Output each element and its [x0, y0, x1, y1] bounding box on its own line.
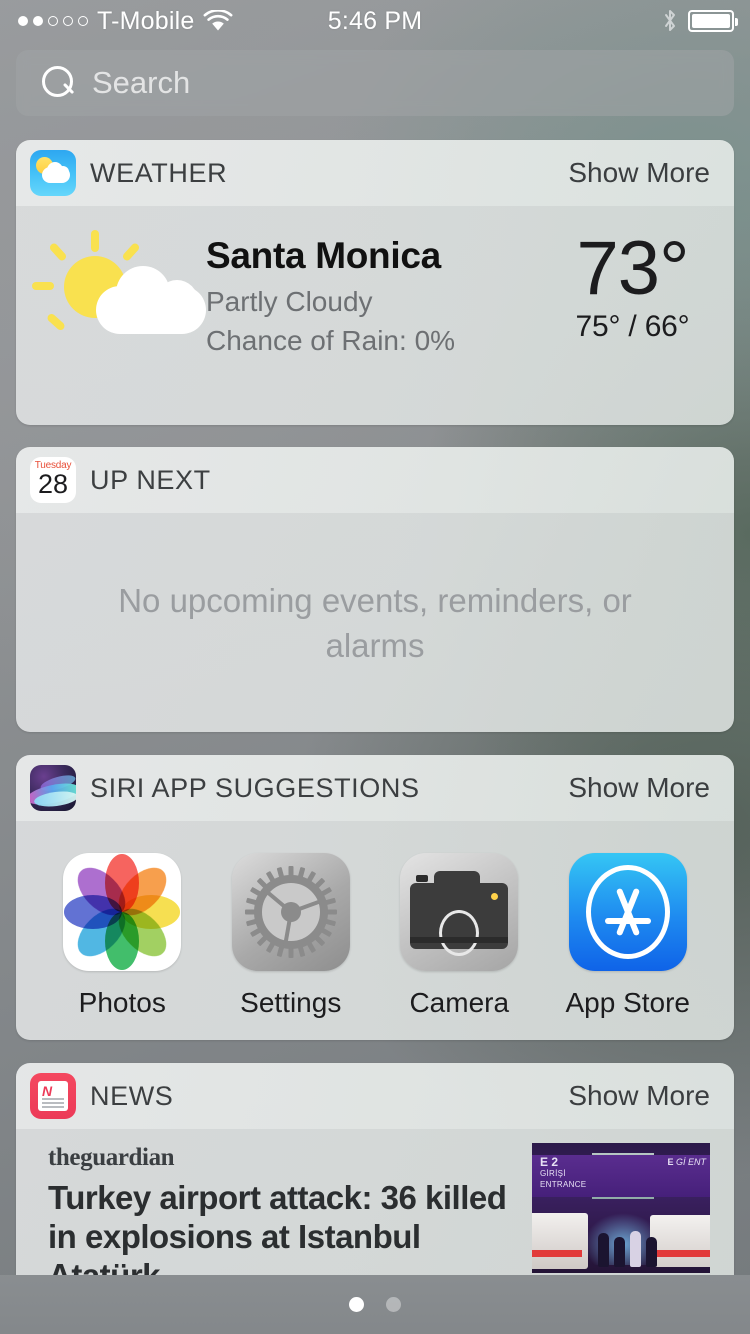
widget-up-next-title: UP NEXT — [90, 464, 211, 495]
news-app-icon: N — [30, 1073, 76, 1119]
search-icon — [42, 66, 76, 100]
up-next-empty-message: No upcoming events, reminders, or alarms — [118, 581, 632, 664]
app-suggestion-label: App Store — [565, 987, 691, 1018]
page-dot-2[interactable] — [386, 1297, 401, 1312]
camera-app-icon — [400, 853, 519, 971]
app-suggestion-appstore[interactable]: App Store — [558, 853, 698, 1019]
siri-app-icon — [30, 765, 76, 811]
photos-app-icon — [63, 853, 182, 971]
weather-condition: Partly Cloudy — [206, 286, 373, 317]
gear-icon — [244, 866, 337, 958]
widget-siri-title: SIRI APP SUGGESTIONS — [90, 772, 420, 803]
news-source-label: theguardian — [48, 1144, 175, 1171]
news-show-more-button[interactable]: Show More — [568, 1080, 710, 1112]
news-thumb-sign-secondary: E Gİ ENT — [667, 1157, 706, 1167]
weather-show-more-button[interactable]: Show More — [568, 157, 710, 189]
weather-rain-chance: Chance of Rain: 0% — [206, 325, 456, 356]
weather-temperature-block: 73° 75° / 66° — [539, 230, 734, 344]
app-suggestion-photos[interactable]: Photos — [52, 853, 192, 1019]
siri-show-more-button[interactable]: Show More — [568, 772, 710, 804]
settings-app-icon — [231, 853, 350, 971]
app-suggestion-label: Camera — [409, 987, 510, 1018]
app-suggestion-label: Photos — [78, 987, 166, 1018]
news-headline: Turkey airport attack: 36 killed in expl… — [48, 1179, 507, 1275]
news-thumbnail-image[interactable]: E 2 GİRİŞİ ENTRANCE E Gİ ENT — [532, 1143, 710, 1273]
bottom-bar — [0, 1275, 750, 1334]
widget-up-next-body: No upcoming events, reminders, or alarms — [16, 513, 734, 732]
weather-current-temp: 73° — [576, 226, 690, 311]
widget-news-body: theguardian Turkey airport attack: 36 ki… — [16, 1129, 734, 1275]
calendar-app-icon: Tuesday 28 — [30, 457, 76, 503]
widget-up-next-header: Tuesday 28 UP NEXT — [16, 447, 734, 513]
battery-icon — [688, 10, 738, 32]
page-dot-1[interactable] — [349, 1297, 364, 1312]
widget-news[interactable]: N NEWS Show More theguardian Turkey airp… — [16, 1063, 734, 1275]
clock-label: 5:46 PM — [327, 6, 423, 35]
weather-high-low: 75° / 66° — [575, 310, 690, 343]
news-thumb-sign: E 2 GİRİŞİ ENTRANCE — [540, 1155, 587, 1189]
widget-siri-body: Photos Settings Camera App Store — [16, 821, 734, 1040]
widget-weather-body: Santa Monica Partly Cloudy Chance of Rai… — [16, 206, 734, 425]
widget-weather-header: WEATHER Show More — [16, 140, 734, 206]
widget-up-next[interactable]: Tuesday 28 UP NEXT No upcoming events, r… — [16, 447, 734, 732]
calendar-icon-day: 28 — [37, 469, 69, 499]
widget-weather[interactable]: WEATHER Show More Santa Monica Partly Cl… — [16, 140, 734, 425]
page-indicator[interactable] — [349, 1297, 401, 1312]
weather-city: Santa Monica — [206, 235, 441, 276]
widget-news-header: N NEWS Show More — [16, 1063, 734, 1129]
widget-siri-header: SIRI APP SUGGESTIONS Show More — [16, 755, 734, 821]
widget-siri-app-suggestions[interactable]: SIRI APP SUGGESTIONS Show More Photos Se… — [16, 755, 734, 1040]
weather-details: Santa Monica Partly Cloudy Chance of Rai… — [206, 230, 539, 360]
search-placeholder: Search — [92, 65, 191, 100]
partly-cloudy-icon — [16, 230, 206, 350]
app-suggestion-label: Settings — [240, 987, 342, 1018]
weather-app-icon — [30, 150, 76, 196]
app-suggestion-camera[interactable]: Camera — [389, 853, 529, 1019]
search-input[interactable]: Search — [16, 50, 734, 116]
status-bar: T-Mobile 5:46 PM — [0, 0, 750, 42]
news-story[interactable]: theguardian Turkey airport attack: 36 ki… — [48, 1143, 514, 1275]
appstore-app-icon — [568, 853, 687, 971]
widget-weather-title: WEATHER — [90, 157, 228, 188]
app-suggestion-settings[interactable]: Settings — [221, 853, 361, 1019]
widget-news-title: NEWS — [90, 1080, 174, 1111]
